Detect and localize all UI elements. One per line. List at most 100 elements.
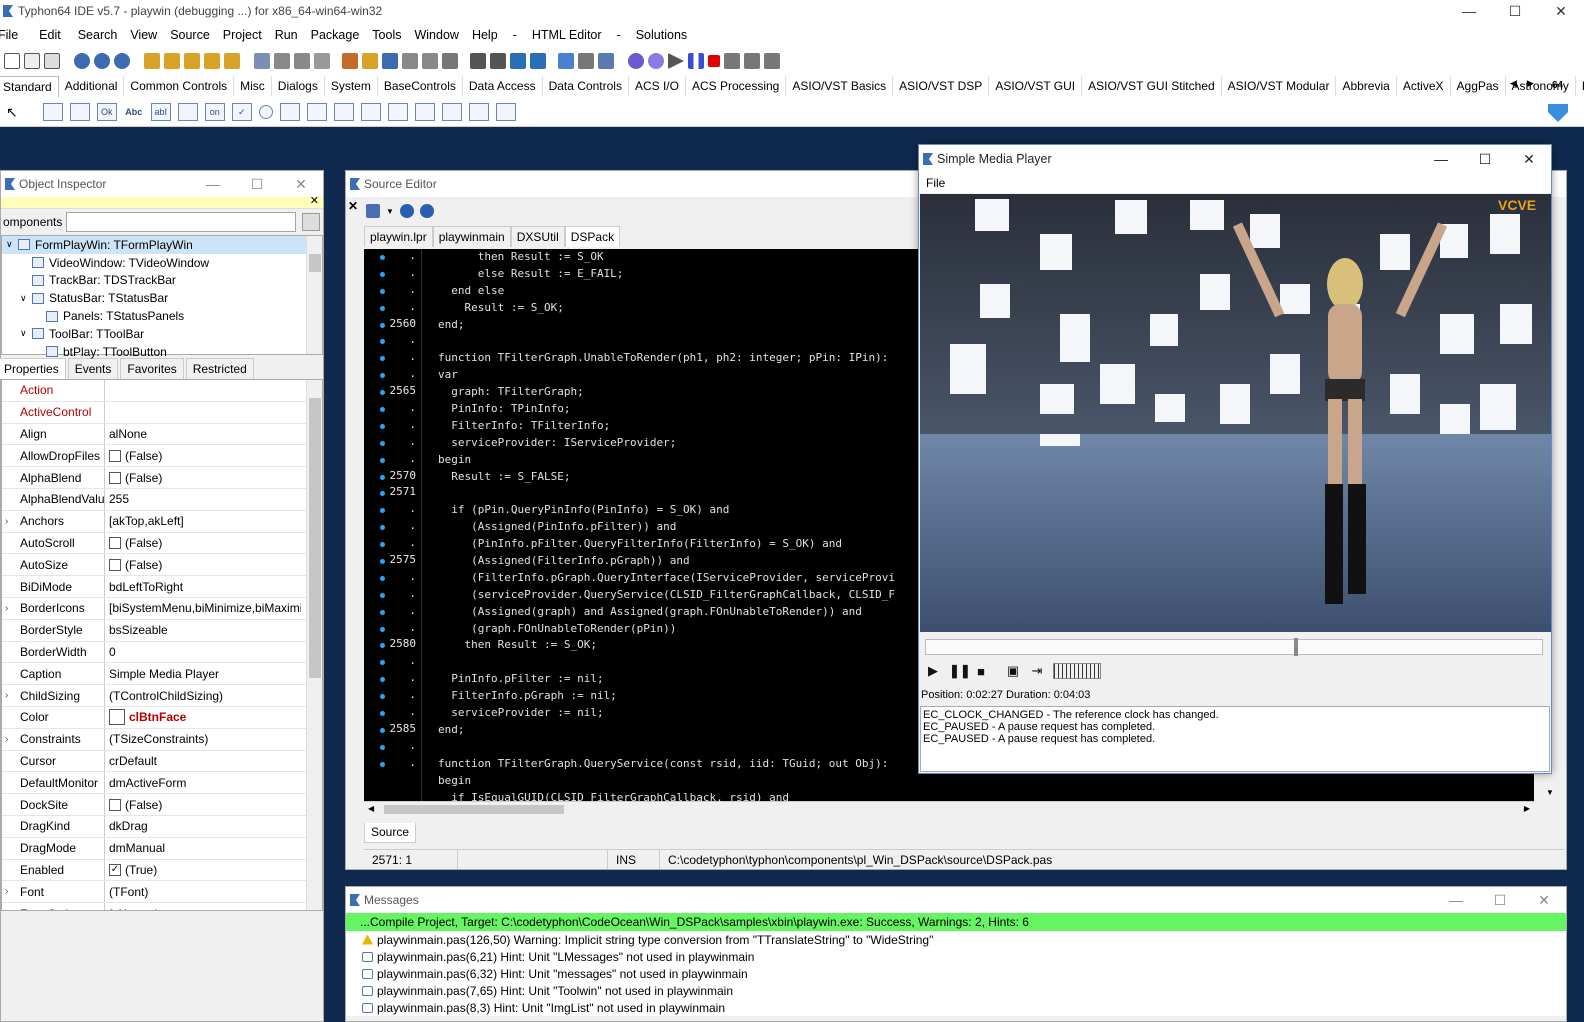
expand-icon[interactable]: ›	[5, 734, 8, 745]
run-icon[interactable]	[668, 53, 684, 69]
step-over-icon[interactable]	[744, 53, 760, 69]
property-value-cell[interactable]: crDefault	[105, 754, 301, 768]
breakpoint-dot-icon[interactable]	[380, 440, 385, 446]
editor-hscroll[interactable]: ◀ ▶	[364, 801, 1534, 817]
property-row[interactable]: ActiveControl	[2, 401, 322, 424]
property-value-cell[interactable]: (False)	[105, 536, 301, 550]
package-install-icon[interactable]	[224, 53, 240, 69]
fullscreen-icon[interactable]: ▣	[1005, 663, 1021, 679]
menu-item[interactable]: Tools	[372, 28, 408, 42]
message-line[interactable]: playwinmain.pas(126,50) Warning: Implici…	[346, 931, 1566, 948]
breakpoint-dot-icon[interactable]	[380, 373, 385, 379]
build-icon[interactable]	[382, 53, 398, 69]
property-value-cell[interactable]: (TFont)	[105, 885, 301, 899]
gutter-line[interactable]: .	[364, 435, 421, 452]
tab-common-controls[interactable]: Common Controls	[124, 76, 235, 96]
tab-misc[interactable]: Misc	[234, 76, 272, 96]
property-row[interactable]: Cursor crDefault	[2, 750, 322, 773]
menu-item[interactable]: File	[0, 28, 25, 42]
property-value-cell[interactable]: (False)	[105, 798, 301, 812]
gutter-line[interactable]: .	[364, 671, 421, 688]
gutter-line[interactable]: .	[364, 688, 421, 705]
breakpoint-dot-icon[interactable]	[380, 255, 385, 260]
checkbox[interactable]: ✓	[109, 863, 121, 876]
menu-item[interactable]: Source	[170, 28, 217, 42]
breakpoint-dot-icon[interactable]	[380, 694, 385, 700]
gutter-line[interactable]: .	[364, 350, 421, 367]
property-value-cell[interactable]: dmManual	[105, 841, 301, 855]
gutter-line[interactable]: .	[364, 587, 421, 604]
replace-icon[interactable]	[114, 53, 130, 69]
pause-icon[interactable]	[688, 53, 704, 69]
property-row[interactable]: Color clBtnFace	[2, 706, 322, 729]
options-icon[interactable]	[510, 53, 526, 69]
property-value-cell[interactable]: ✓ (True)	[105, 863, 301, 877]
project-open-icon[interactable]	[274, 53, 290, 69]
tab-dialogs[interactable]: Dialogs	[272, 76, 325, 96]
property-value-cell[interactable]: (False)	[105, 558, 301, 572]
minimize-icon[interactable]: —	[1446, 0, 1492, 22]
pointer-icon[interactable]: ↖	[6, 104, 18, 121]
compile-result[interactable]: ...Compile Project, Target: C:\codetypho…	[346, 913, 1566, 931]
menu-item[interactable]: Project	[223, 28, 269, 42]
gutter-line[interactable]: .	[364, 367, 421, 384]
property-value-cell[interactable]: (TControlChildSizing)	[105, 689, 301, 703]
breakpoint-dot-icon[interactable]	[380, 288, 385, 294]
gutter-line[interactable]: 2580	[364, 637, 421, 654]
tab-asio-vst-gui[interactable]: ASIO/VST GUI	[989, 76, 1083, 96]
property-value-cell[interactable]: alNone	[105, 427, 301, 441]
jump-back-icon[interactable]	[399, 204, 414, 218]
minimize-icon[interactable]: —	[1434, 887, 1478, 913]
tab-favorites[interactable]: Favorites	[120, 358, 184, 379]
property-value-cell[interactable]: (False)	[105, 449, 301, 463]
step-into-icon[interactable]	[724, 53, 740, 69]
tab-dspack[interactable]: DSPack	[564, 226, 621, 247]
chevron-down-icon[interactable]: ▼	[386, 207, 394, 216]
tab-standard[interactable]: Standard	[0, 75, 59, 97]
property-value-cell[interactable]: dmActiveForm	[105, 776, 301, 790]
gutter-line[interactable]: .	[364, 705, 421, 722]
checkbox[interactable]	[109, 536, 121, 549]
code-line[interactable]: begin	[438, 773, 1534, 790]
settings-gear-icon[interactable]	[628, 53, 644, 69]
breakpoint-dot-icon[interactable]	[380, 508, 385, 514]
tab-acs-io[interactable]: ACS I/O	[629, 76, 686, 96]
expand-icon[interactable]: ›	[5, 690, 8, 701]
tab-additional[interactable]: Additional	[59, 76, 125, 96]
menu-item[interactable]: Window	[414, 28, 465, 42]
package-build-icon[interactable]	[204, 53, 220, 69]
breakpoint-dot-icon[interactable]	[380, 575, 385, 581]
breakpoint-dot-icon[interactable]	[380, 592, 385, 598]
property-row[interactable]: FormStyle fsNormal	[2, 903, 322, 910]
menu-item[interactable]: Search	[78, 28, 125, 42]
tree-node[interactable]: ∨ ToolBar: TToolBar	[2, 325, 322, 343]
property-row[interactable]: AutoScroll (False)	[2, 532, 322, 555]
menu-file[interactable]: File	[926, 176, 945, 190]
network-icon[interactable]	[530, 53, 546, 69]
menu-item[interactable]: HTML Editor	[532, 28, 609, 42]
tree-node[interactable]: VideoWindow: TVideoWindow	[2, 254, 322, 272]
step-out-icon[interactable]	[764, 53, 780, 69]
maximize-icon[interactable]: ☐	[1478, 887, 1522, 913]
property-value-cell[interactable]: clBtnFace	[105, 709, 301, 726]
tree-node[interactable]: Panels: TStatusPanels	[2, 307, 322, 325]
tab-dxsutil[interactable]: DXSUtil	[510, 226, 565, 247]
gutter-line[interactable]: 2565	[364, 384, 421, 401]
tframe-icon[interactable]	[468, 103, 489, 121]
stop-icon[interactable]: ■	[973, 664, 989, 679]
gutter-line[interactable]: .	[364, 266, 421, 283]
tlistbox-icon[interactable]	[279, 103, 300, 121]
minimize-icon[interactable]: —	[191, 171, 235, 197]
tactionlist-icon[interactable]	[495, 103, 516, 121]
gutter-line[interactable]: .	[364, 401, 421, 418]
tab-asio-vst-basics[interactable]: ASIO/VST Basics	[786, 76, 894, 96]
cut-icon[interactable]	[578, 53, 594, 69]
menu-item[interactable]: Edit	[39, 28, 68, 42]
tpanel-icon[interactable]	[441, 103, 462, 121]
breakpoint-dot-icon[interactable]	[380, 423, 385, 429]
gutter-line[interactable]: .	[364, 502, 421, 519]
tbutton-icon[interactable]: Ok	[96, 103, 117, 121]
expand-icon[interactable]: ∨	[6, 239, 18, 250]
tree-node[interactable]: btPlay: TToolButton	[2, 343, 322, 361]
close-icon[interactable]: ✕	[310, 194, 319, 207]
